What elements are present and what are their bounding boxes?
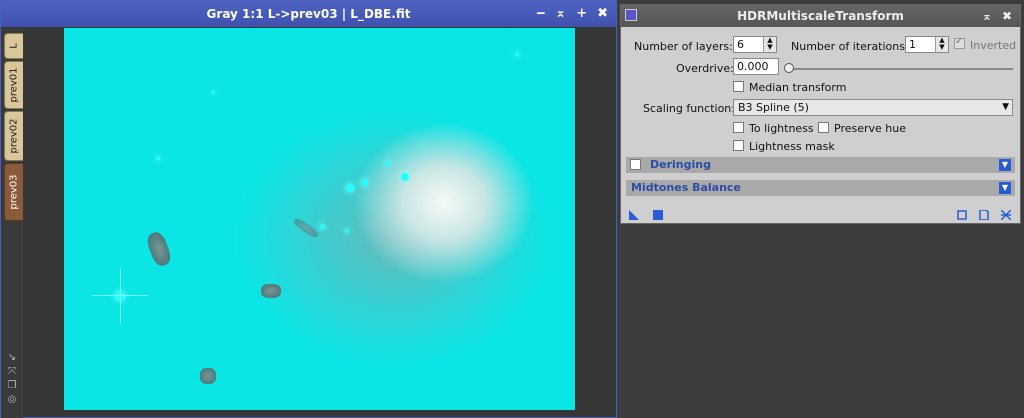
midtones-section[interactable]: Midtones Balance ▼	[626, 180, 1015, 196]
expand-icon[interactable]: ▼	[999, 182, 1011, 194]
star	[515, 52, 519, 56]
process-title: HDRMultiscaleTransform	[737, 9, 904, 23]
star	[156, 156, 160, 160]
process-controls: ⌅ ✖	[982, 5, 1012, 27]
layers-label: Number of layers:	[634, 40, 733, 53]
document-icon[interactable]	[979, 210, 989, 220]
spin-arrows-icon[interactable]: ▲ ▼	[763, 37, 776, 52]
image-window: Gray 1:1 L->prev03 | L_DBE.fit ‒ ⌅ + ✖ L…	[0, 0, 617, 418]
tab-L-label: L	[8, 43, 20, 49]
copy-icon[interactable]: ❐	[6, 380, 18, 392]
scaling-function-label: Scaling function:	[643, 102, 735, 115]
shade-icon[interactable]: ⌅	[982, 5, 992, 27]
close-icon[interactable]: ✖	[1002, 5, 1012, 27]
star	[345, 229, 349, 233]
iterations-value: 1	[909, 38, 916, 51]
overdrive-value: 0.000	[737, 60, 769, 73]
dark-lane	[292, 216, 320, 240]
process-titlebar[interactable]: HDRMultiscaleTransform ⌅ ✖	[621, 5, 1020, 27]
zoom-fit-icon[interactable]: ⤧	[6, 366, 18, 378]
star	[385, 161, 390, 166]
close-icon[interactable]: ✖	[597, 1, 608, 27]
overdrive-field[interactable]: 0.000	[733, 58, 779, 75]
expand-icon[interactable]: ▼	[999, 159, 1011, 171]
tab-prev02-label: prev02	[8, 118, 20, 154]
preserve-hue-checkbox[interactable]	[818, 122, 829, 133]
star	[361, 179, 368, 186]
star	[401, 173, 409, 181]
reset-icon[interactable]	[1001, 210, 1011, 220]
preserve-hue-label: Preserve hue	[834, 122, 906, 135]
overdrive-slider-handle[interactable]	[784, 63, 794, 73]
deringing-checkbox[interactable]	[630, 159, 641, 170]
tab-L[interactable]: L	[4, 33, 23, 59]
overdrive-label: Overdrive:	[676, 62, 734, 75]
iterations-label: Number of iterations:	[791, 40, 909, 53]
to-lightness-label: To lightness	[749, 122, 814, 135]
image-window-title: Gray 1:1 L->prev03 | L_DBE.fit	[206, 7, 411, 21]
tab-prev01-label: prev01	[8, 67, 20, 103]
lightness-mask-checkbox[interactable]	[733, 140, 744, 151]
dark-clump	[200, 368, 216, 384]
spin-arrows-icon[interactable]: ▲ ▼	[935, 37, 948, 52]
star	[212, 91, 215, 94]
iterations-spinbox[interactable]: 1 ▲ ▼	[905, 36, 949, 53]
to-lightness-checkbox[interactable]	[733, 122, 744, 133]
scaling-function-select[interactable]: B3 Spline (5) ▼	[733, 99, 1013, 116]
star-flare	[120, 268, 121, 324]
midtones-label: Midtones Balance	[631, 181, 741, 194]
image-canvas[interactable]	[64, 28, 575, 410]
view-tabs: L prev01 prev02 prev03 ↘ ⤧ ❐ ◎	[1, 28, 23, 418]
image-window-titlebar[interactable]: Gray 1:1 L->prev03 | L_DBE.fit ‒ ⌅ + ✖	[1, 1, 616, 27]
inverted-checkbox[interactable]	[954, 36, 965, 49]
settings-icon[interactable]: ◎	[6, 394, 18, 406]
tab-prev02[interactable]: prev02	[4, 111, 23, 161]
dark-clump	[261, 284, 281, 298]
star	[346, 184, 354, 192]
layers-spinbox[interactable]: 6 ▲ ▼	[733, 36, 777, 53]
lightness-mask-label: Lightness mask	[749, 140, 835, 153]
scaling-function-value: B3 Spline (5)	[738, 101, 809, 114]
dropdown-arrow-icon[interactable]: ▼	[1002, 100, 1009, 115]
deringing-section[interactable]: Deringing ▼	[626, 157, 1015, 173]
process-window: HDRMultiscaleTransform ⌅ ✖ Number of lay…	[620, 4, 1021, 224]
layers-value: 6	[737, 38, 744, 51]
iconize-icon[interactable]: ⌅	[555, 1, 566, 27]
fit-view-icon[interactable]: ↘	[6, 352, 18, 364]
tab-prev03-label: prev03	[8, 174, 20, 210]
shade-icon[interactable]: ‒	[536, 1, 545, 27]
maximize-icon[interactable]: +	[576, 1, 587, 27]
median-transform-checkbox[interactable]	[733, 81, 744, 92]
tab-prev01[interactable]: prev01	[4, 61, 23, 109]
dark-clump	[144, 229, 174, 269]
apply-icon[interactable]	[653, 210, 663, 220]
overdrive-slider-track[interactable]	[789, 68, 1013, 70]
image-window-controls: ‒ ⌅ + ✖	[536, 1, 608, 27]
median-transform-label: Median transform	[749, 81, 847, 94]
star	[320, 224, 325, 229]
preview-icon[interactable]	[957, 210, 967, 220]
deringing-label: Deringing	[650, 158, 711, 171]
tab-prev03[interactable]: prev03	[4, 163, 23, 221]
new-instance-icon[interactable]	[629, 210, 639, 220]
inverted-label: Inverted	[970, 39, 1017, 52]
